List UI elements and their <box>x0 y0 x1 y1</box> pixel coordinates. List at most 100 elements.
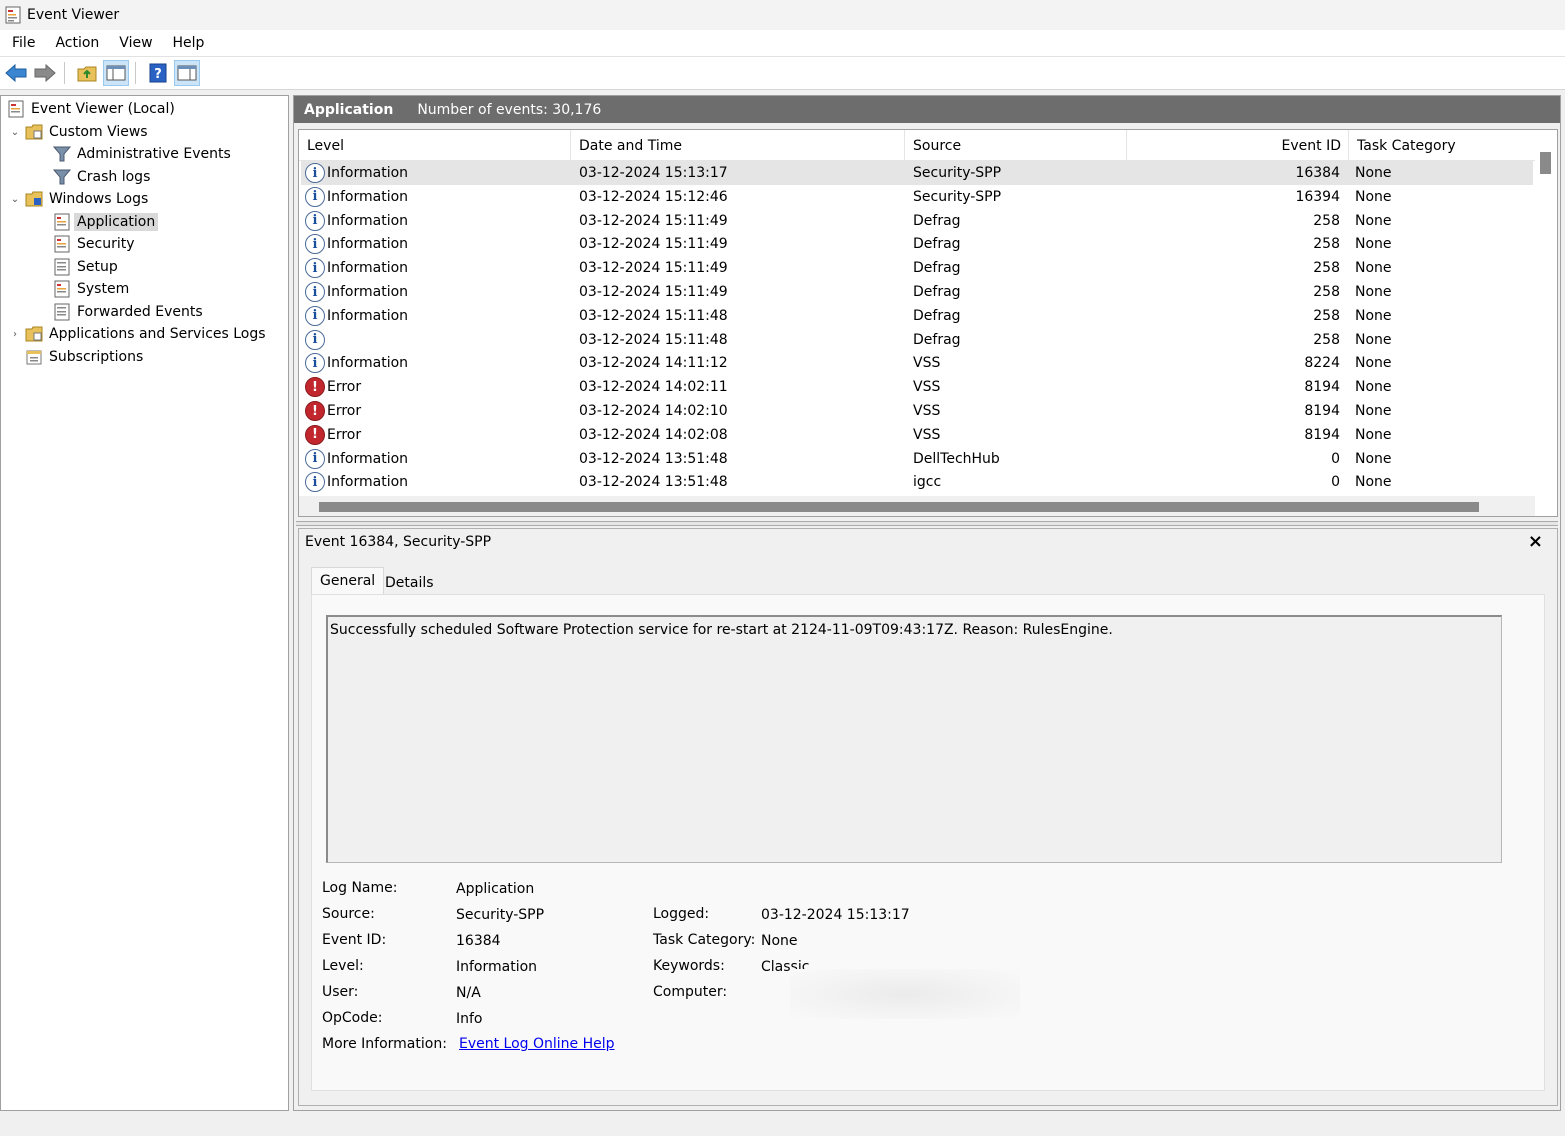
events-list[interactable]: Level Date and Time Source Event ID Task… <box>298 129 1558 517</box>
event-source: Defrag <box>913 212 961 229</box>
menu-file[interactable]: File <box>12 35 35 51</box>
column-header-event-id[interactable]: Event ID <box>1127 130 1349 161</box>
info-icon: i <box>305 234 325 255</box>
tree-item-custom-views[interactable]: ⌄ Custom Views <box>9 121 148 143</box>
tree-item-administrative-events[interactable]: Administrative Events <box>53 143 231 165</box>
event-source: VSS <box>913 355 941 372</box>
field-label-user: User: <box>322 984 359 1000</box>
tree-item-setup[interactable]: Setup <box>53 256 118 278</box>
field-value-source: Security-SPP <box>456 907 545 923</box>
tree-item-application[interactable]: Application <box>53 211 159 233</box>
scrollbar-thumb[interactable] <box>319 502 1479 512</box>
event-row[interactable]: i Information 03-12-2024 15:12:46 Security-… <box>301 185 1533 209</box>
general-tab-panel: Successfully scheduled Software Protecti… <box>311 594 1545 1091</box>
up-folder-icon <box>77 66 97 82</box>
event-level-cell: i Information <box>305 185 408 209</box>
event-datetime: 03-12-2024 14:02:08 <box>579 426 728 443</box>
forward-button[interactable] <box>32 60 58 86</box>
column-header-task-category[interactable]: Task Category <box>1349 130 1535 161</box>
event-row[interactable]: i Information 03-12-2024 15:11:49 Defrag 258… <box>301 256 1533 280</box>
show-hide-action-pane-button[interactable] <box>174 60 200 86</box>
toolbar-separator <box>64 62 65 84</box>
field-label-keywords: Keywords: <box>653 958 725 974</box>
scrollbar-thumb[interactable] <box>1540 152 1551 174</box>
tree-item-system[interactable]: System <box>53 278 129 300</box>
event-source: Defrag <box>913 307 961 324</box>
help-button[interactable]: ? <box>145 60 171 86</box>
vertical-scrollbar[interactable] <box>1535 130 1557 498</box>
event-source: VSS <box>913 379 941 396</box>
event-row[interactable]: i Information 03-12-2024 13:51:48 igcc 0 None <box>301 470 1533 494</box>
up-folder-button[interactable] <box>74 60 100 86</box>
info-icon: i <box>305 282 325 302</box>
event-level-cell: i Information <box>305 470 408 494</box>
event-message-box[interactable]: Successfully scheduled Software Protecti… <box>326 615 1502 863</box>
event-source: VSS <box>913 403 941 419</box>
event-source: VSS <box>913 426 941 443</box>
event-row[interactable]: i Information 03-12-2024 15:11:49 Defrag 258… <box>301 209 1533 233</box>
event-log-online-help-link[interactable]: Event Log Online Help <box>459 1036 615 1052</box>
field-label-source: Source: <box>322 906 375 922</box>
event-row[interactable]: i Information 03-12-2024 13:51:48 DellTechH… <box>301 447 1533 471</box>
event-row[interactable]: i Information 03-12-2024 15:11:49 Defrag 258… <box>301 280 1533 304</box>
event-row[interactable]: ! Error 03-12-2024 14:02:08 VSS 8194 None <box>301 423 1533 447</box>
log-event-count: Number of events: 30,176 <box>417 101 602 118</box>
tree-item-windows-logs[interactable]: ⌄ Windows Logs <box>9 188 148 210</box>
event-id: 0 <box>1331 450 1340 467</box>
event-datetime: 03-12-2024 15:11:48 <box>579 307 728 324</box>
menu-action[interactable]: Action <box>55 35 99 51</box>
event-id: 258 <box>1313 331 1340 348</box>
event-row[interactable]: ! Error 03-12-2024 14:02:11 VSS 8194 None <box>301 375 1533 399</box>
info-icon: i <box>305 163 325 183</box>
horizontal-scrollbar[interactable] <box>299 496 1535 516</box>
collapsed-chevron-icon[interactable]: › <box>9 329 21 340</box>
event-level: Error <box>327 379 362 396</box>
folder-icon <box>25 191 43 207</box>
menu-view[interactable]: View <box>119 35 152 51</box>
svg-text:?: ? <box>154 67 162 82</box>
event-row[interactable]: i 03-12-2024 15:11:48 Defrag 258 None <box>301 328 1533 352</box>
event-datetime: 03-12-2024 14:02:10 <box>579 403 728 419</box>
tree-item-forwarded-events[interactable]: Forwarded Events <box>53 301 203 323</box>
column-header-date-time[interactable]: Date and Time <box>571 130 905 161</box>
tab-details[interactable]: Details <box>377 569 442 596</box>
event-row[interactable]: i Information 03-12-2024 14:11:12 VSS 8224 No… <box>301 351 1533 375</box>
column-header-level[interactable]: Level <box>299 130 571 161</box>
tree-item-event-viewer-local[interactable]: Event Viewer (Local) <box>7 98 175 120</box>
menu-help[interactable]: Help <box>173 35 205 51</box>
tree-item-label: System <box>77 281 130 297</box>
event-row[interactable]: i Information 03-12-2024 15:11:49 Defrag 258… <box>301 232 1533 256</box>
action-pane-icon <box>177 65 197 81</box>
event-row[interactable]: i Information 03-12-2024 15:11:48 Defrag 258… <box>301 304 1533 328</box>
back-button[interactable] <box>3 60 29 86</box>
log-icon <box>54 213 70 231</box>
close-icon[interactable]: × <box>1528 531 1543 552</box>
folder-icon <box>25 124 43 140</box>
event-id: 8194 <box>1304 426 1340 443</box>
toolbar-separator <box>135 62 136 84</box>
tree-item-subscriptions[interactable]: Subscriptions <box>25 346 143 368</box>
tree-item-crash-logs[interactable]: Crash logs <box>53 166 150 188</box>
tree-item-label: Crash logs <box>77 169 151 185</box>
pane-splitter[interactable] <box>296 521 1558 526</box>
event-task-category: None <box>1355 426 1392 443</box>
field-label-more-information: More Information: <box>322 1036 447 1052</box>
expand-chevron-icon[interactable]: ⌄ <box>9 194 21 205</box>
show-hide-console-tree-button[interactable] <box>103 60 129 86</box>
tree-item-security[interactable]: Security <box>53 233 135 255</box>
field-label-logged: Logged: <box>653 906 710 922</box>
title-bar: Event Viewer <box>0 0 1565 30</box>
tab-general[interactable]: General <box>311 567 385 594</box>
window-title: Event Viewer <box>27 7 120 23</box>
event-row[interactable]: ! Error 03-12-2024 14:02:10 VSS 8194 None <box>301 399 1533 423</box>
event-row[interactable]: i Information 03-12-2024 15:13:17 Security-… <box>301 161 1533 185</box>
event-task-category: None <box>1355 188 1392 205</box>
event-level-cell: ! Error <box>305 423 361 447</box>
event-task-category: None <box>1355 165 1392 181</box>
error-icon: ! <box>305 401 325 421</box>
expand-chevron-icon[interactable]: ⌄ <box>9 127 21 138</box>
error-icon: ! <box>305 377 325 398</box>
tree-item-apps-services-logs[interactable]: › Applications and Services Logs <box>9 323 266 345</box>
event-level-cell: i Information <box>305 447 408 471</box>
column-header-source[interactable]: Source <box>905 130 1127 161</box>
